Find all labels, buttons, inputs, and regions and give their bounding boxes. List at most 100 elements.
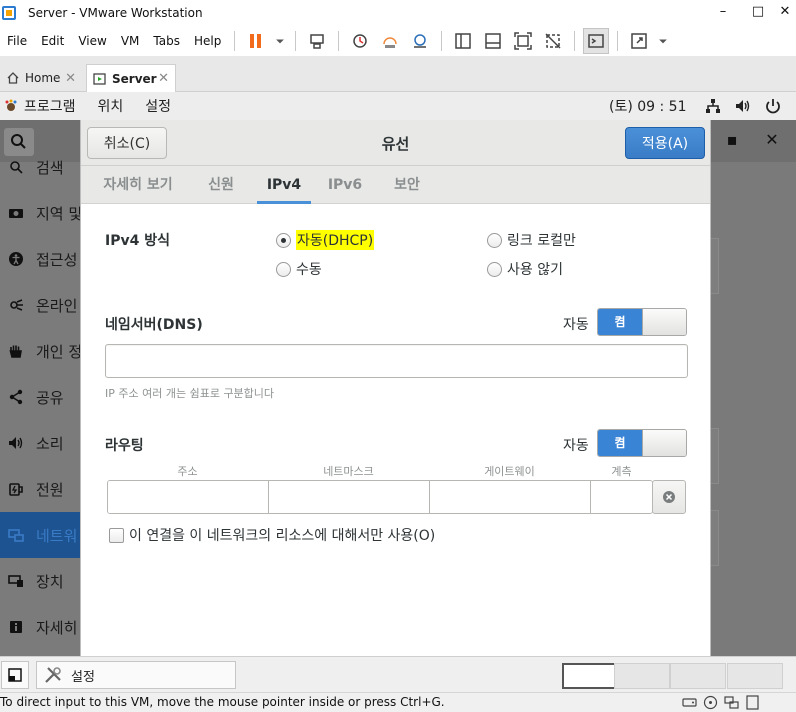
radio-manual[interactable]: 수동	[276, 259, 322, 279]
radio-disable[interactable]: 사용 않기	[487, 259, 563, 279]
close-tab-icon[interactable]: ✕	[65, 71, 76, 86]
title-bar: Server - VMware Workstation – □ ✕	[0, 0, 796, 26]
sidebar-item-sharing[interactable]: 공유	[0, 374, 80, 420]
sidebar-item-label: 네트워	[36, 526, 78, 545]
sidebar-item-search[interactable]: 검색	[0, 144, 80, 190]
suspend-icon[interactable]	[243, 28, 269, 54]
checkbox-box	[109, 527, 124, 543]
tab-server-label: Server	[112, 71, 157, 86]
tab-server[interactable]: Server ✕	[86, 64, 176, 92]
sidebar-item-region[interactable]: 지역 및	[0, 190, 80, 236]
thumbnail-bar-icon[interactable]	[480, 28, 506, 54]
workspace-3[interactable]	[670, 663, 726, 689]
sidebar-item-label: 공유	[36, 388, 64, 407]
show-library-icon[interactable]	[450, 28, 476, 54]
sidebar-item-label: 검색	[36, 158, 64, 177]
cd-rom-icon[interactable]	[703, 695, 718, 710]
toggle-knob	[642, 309, 686, 335]
route-gateway-input[interactable]	[430, 481, 591, 513]
menu-tabs[interactable]: Tabs	[146, 26, 187, 56]
stretch-guest-icon[interactable]	[626, 28, 652, 54]
clock[interactable]: (토) 09 : 51	[609, 96, 687, 116]
toggle-knob	[642, 430, 686, 456]
vm-tab-bar: Home ✕ Server ✕	[0, 56, 796, 92]
dns-auto-toggle[interactable]: 켬	[597, 308, 687, 336]
vm-bottom-bar: 설정	[0, 656, 796, 692]
maximize-settings-icon[interactable]: ▪	[724, 132, 740, 148]
network-wired-icon	[706, 99, 720, 113]
desktop-icon	[8, 668, 22, 682]
delete-route-button[interactable]	[652, 480, 686, 514]
volume-icon	[736, 100, 750, 112]
taskbar-settings-item[interactable]: 설정	[36, 661, 236, 689]
system-tray[interactable]	[704, 97, 782, 115]
message-log-icon[interactable]	[745, 695, 760, 710]
menu-vm[interactable]: VM	[114, 26, 147, 56]
sidebar-item-network[interactable]: 네트워	[0, 512, 80, 558]
menu-edit[interactable]: Edit	[34, 26, 71, 56]
revert-snapshot-icon[interactable]	[377, 28, 403, 54]
menu-help[interactable]: Help	[187, 26, 228, 56]
tab-ipv6[interactable]: IPv6	[323, 166, 367, 204]
hard-disk-icon[interactable]	[682, 695, 697, 710]
places-menu[interactable]: 위치	[98, 96, 124, 116]
tab-identity[interactable]: 신원	[199, 166, 243, 204]
guest-screen[interactable]: 프로그램 위치 설정 (토) 09 : 51 ▪ ✕ 검색 지역 및 접근성 온…	[0, 92, 796, 656]
route-address-input[interactable]	[108, 481, 269, 513]
close-tab-icon[interactable]: ✕	[158, 71, 169, 86]
minimize-button[interactable]: –	[710, 0, 736, 26]
apply-button[interactable]: 적용(A)	[625, 127, 705, 159]
console-view-icon[interactable]	[583, 28, 610, 54]
vmware-window: Server - VMware Workstation – □ ✕ File E…	[0, 0, 796, 712]
snapshot-icon[interactable]	[347, 28, 373, 54]
stretch-dropdown-icon[interactable]	[656, 28, 670, 54]
applications-menu[interactable]: 프로그램	[4, 96, 76, 116]
dns-input[interactable]	[105, 344, 688, 378]
workspace-1[interactable]	[562, 663, 618, 689]
sidebar-item-privacy[interactable]: 개인 정	[0, 328, 80, 374]
sidebar-item-power[interactable]: 전원	[0, 466, 80, 512]
menu-view[interactable]: View	[71, 26, 113, 56]
full-screen-icon[interactable]	[510, 28, 536, 54]
power-dropdown-icon[interactable]	[273, 28, 287, 54]
share-icon	[9, 389, 23, 405]
sound-icon	[9, 437, 23, 449]
route-metric-input[interactable]	[591, 481, 652, 513]
unity-mode-icon[interactable]	[540, 28, 566, 54]
send-ctrl-alt-del-icon[interactable]	[304, 28, 330, 54]
dimmed-row	[711, 510, 719, 566]
network-icon	[8, 529, 24, 542]
sidebar-item-sound[interactable]: 소리	[0, 420, 80, 466]
workspace-2[interactable]	[614, 663, 670, 689]
dns-label: 네임서버(DNS)	[105, 317, 203, 333]
routes-label: 라우팅	[105, 438, 144, 454]
routes-auto-label: 자동	[563, 438, 589, 454]
tab-ipv4[interactable]: IPv4	[257, 166, 311, 204]
applications-label: 프로그램	[24, 99, 76, 115]
settings-app-menu[interactable]: 설정	[145, 96, 171, 116]
close-settings-icon[interactable]: ✕	[764, 132, 780, 148]
taskbar-settings-label: 설정	[71, 669, 95, 685]
maximize-button[interactable]: □	[745, 0, 771, 26]
sidebar-item-label: 전원	[36, 480, 64, 499]
snapshot-manager-icon[interactable]	[407, 28, 433, 54]
radio-automatic-dhcp[interactable]: 자동(DHCP)	[276, 230, 375, 250]
tab-security[interactable]: 보안	[385, 166, 429, 204]
menu-file[interactable]: File	[0, 26, 34, 56]
routes-auto-toggle[interactable]: 켬	[597, 429, 687, 457]
tab-details[interactable]: 자세히 보기	[93, 166, 183, 204]
show-desktop-button[interactable]	[1, 661, 29, 689]
only-local-resources-checkbox[interactable]: 이 연결을 이 네트워크의 리소스에 대해서만 사용(O)	[109, 525, 435, 545]
sidebar-item-accessibility[interactable]: 접근성	[0, 236, 80, 282]
column-netmask: 네트마스크	[323, 465, 374, 478]
sidebar-item-details[interactable]: 자세히	[0, 604, 80, 650]
close-window-button[interactable]: ✕	[772, 0, 796, 26]
sidebar-item-label: 접근성	[36, 250, 78, 269]
workspace-4[interactable]	[727, 663, 783, 689]
network-adapter-icon[interactable]	[724, 695, 739, 710]
sidebar-item-devices[interactable]: 장치	[0, 558, 80, 604]
route-netmask-input[interactable]	[269, 481, 430, 513]
radio-link-local-only[interactable]: 링크 로컬만	[487, 230, 576, 250]
sidebar-item-online-accounts[interactable]: 온라인	[0, 282, 80, 328]
tab-home[interactable]: Home ✕	[0, 64, 82, 92]
